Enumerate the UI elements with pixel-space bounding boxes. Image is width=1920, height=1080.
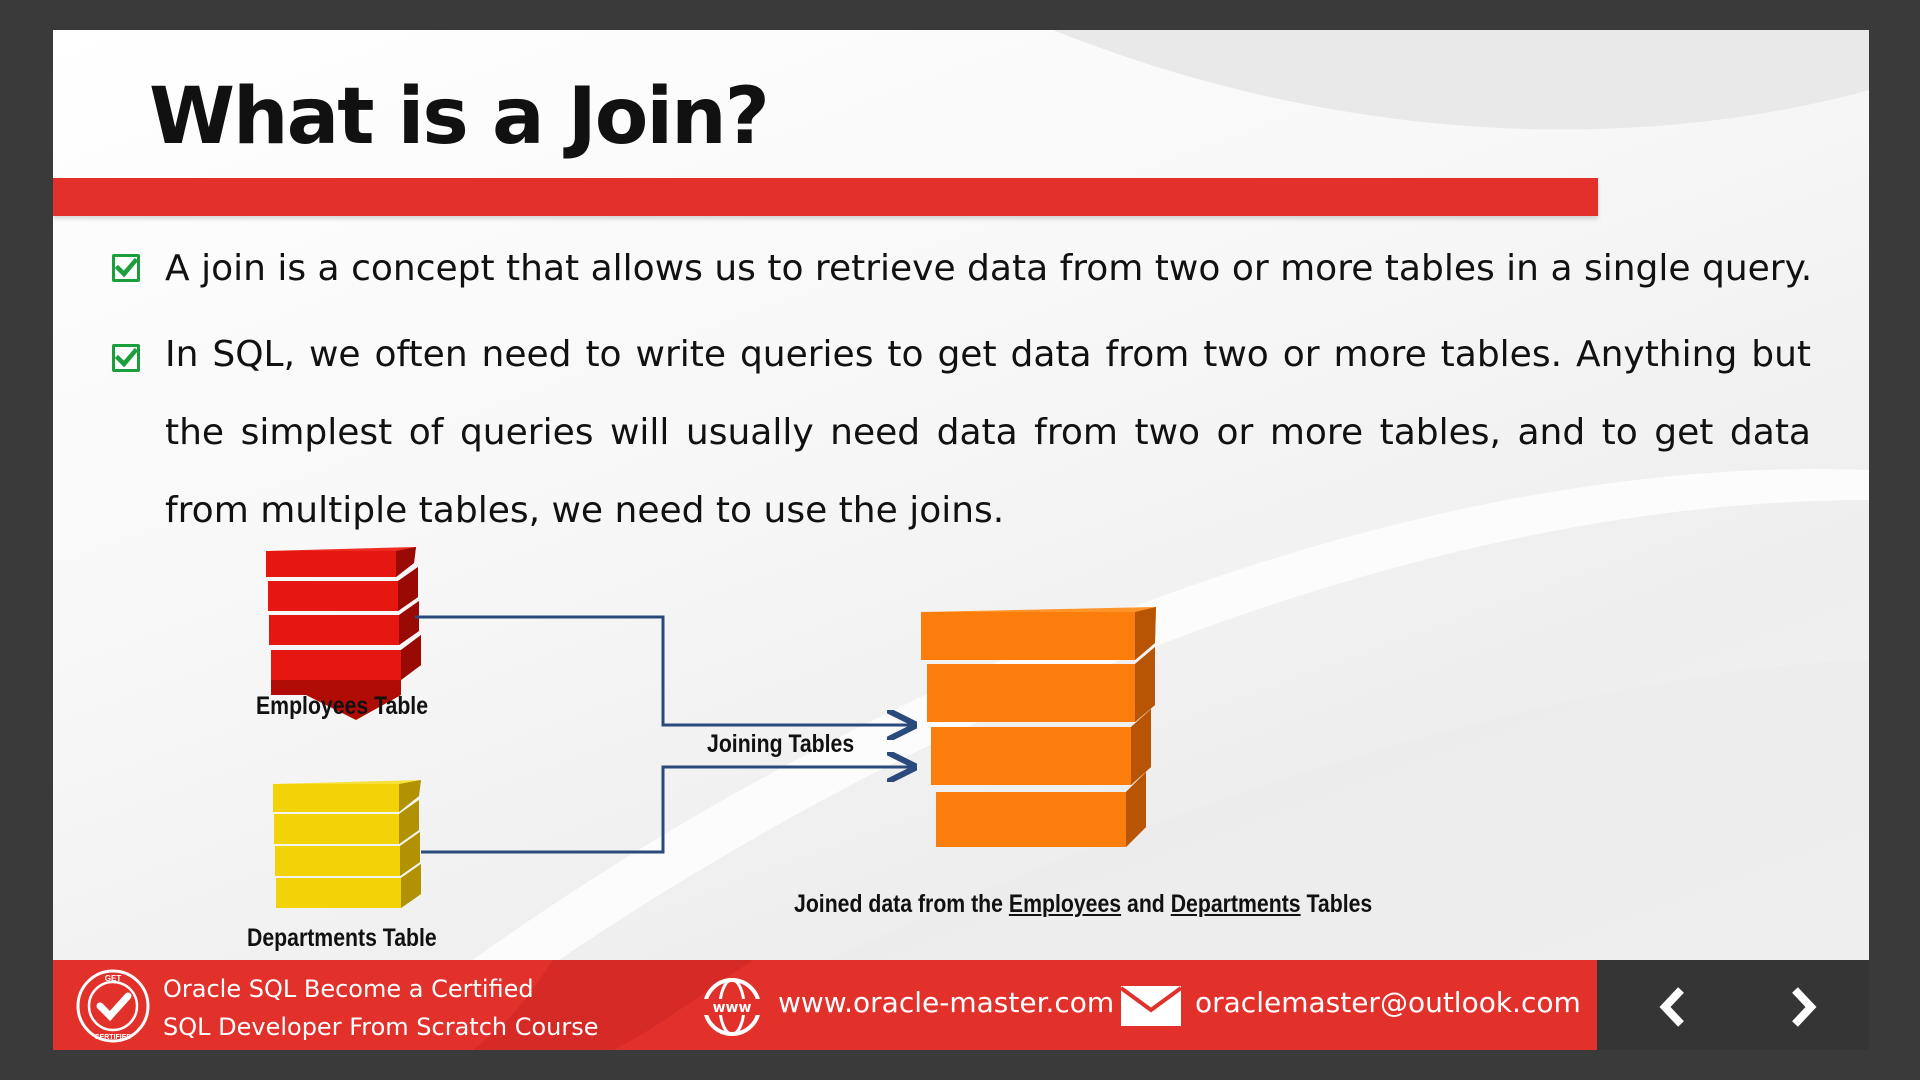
employees-arrow-connector bbox=[415, 615, 911, 725]
certified-badge-icon: GET CERTIFIED bbox=[76, 969, 150, 1043]
globe-www-icon: www bbox=[703, 978, 761, 1036]
joining-tables-label: Joining Tables bbox=[707, 730, 855, 758]
course-title: Oracle SQL Become a Certified SQL Develo… bbox=[163, 975, 599, 1041]
joined-table-stack bbox=[921, 607, 1156, 847]
stack-slab bbox=[921, 607, 1156, 660]
employees-table-label: Employees Table bbox=[256, 692, 429, 720]
footer-bar: GET CERTIFIED Oracle SQL Become a Certif… bbox=[53, 960, 1597, 1050]
stack-slab bbox=[273, 780, 421, 812]
svg-text:www: www bbox=[713, 1000, 752, 1016]
website-link[interactable]: www.oracle-master.com bbox=[778, 986, 1114, 1019]
departments-arrow-connector bbox=[421, 767, 911, 854]
departments-table-label: Departments Table bbox=[247, 924, 437, 952]
employees-link-text: Employees bbox=[1008, 890, 1122, 918]
joined-data-caption: Joined data from the Employees and Depar… bbox=[794, 890, 1373, 918]
chevron-right-icon[interactable] bbox=[1777, 982, 1827, 1032]
navigation-bar bbox=[1597, 960, 1869, 1050]
departments-link-text: Departments bbox=[1170, 890, 1301, 918]
mail-icon bbox=[1119, 986, 1183, 1026]
svg-text:GET: GET bbox=[105, 974, 122, 983]
svg-text:CERTIFIED: CERTIFIED bbox=[95, 1034, 132, 1041]
chevron-left-icon[interactable] bbox=[1649, 982, 1699, 1032]
stack-slab bbox=[266, 547, 416, 577]
slide: What is a Join? A join is a concept that… bbox=[53, 30, 1869, 1050]
email-link[interactable]: oraclemaster@outlook.com bbox=[1195, 986, 1581, 1019]
departments-table-stack bbox=[273, 780, 421, 908]
